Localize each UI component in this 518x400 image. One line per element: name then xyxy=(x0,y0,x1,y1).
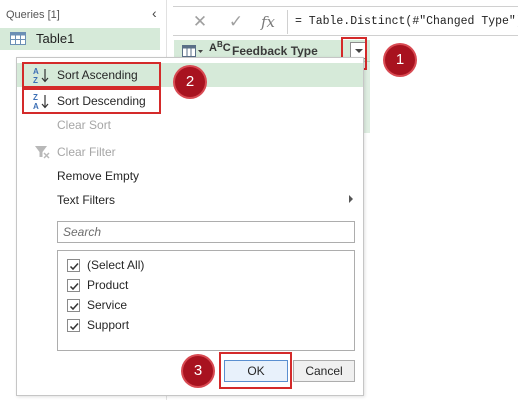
list-item-label: Service xyxy=(87,298,128,312)
list-item-label: Support xyxy=(87,318,130,332)
fx-icon[interactable]: fx xyxy=(257,11,279,33)
query-item-table1[interactable]: Table1 xyxy=(0,28,160,50)
menu-item-text-filters[interactable]: Text Filters xyxy=(17,188,363,212)
check-icon[interactable]: ✓ xyxy=(225,11,247,33)
step-badge-2: 2 xyxy=(175,67,205,97)
x-icon[interactable]: ✕ xyxy=(189,11,211,33)
step-badge-1: 1 xyxy=(385,45,415,75)
clear-filter-icon xyxy=(35,146,50,159)
formula-bar: ✕ ✓ fx = Table.Distinct(#"Changed Type") xyxy=(173,6,518,36)
checkbox-checked[interactable] xyxy=(67,299,80,312)
search-field[interactable] xyxy=(57,221,355,243)
list-item-label: Product xyxy=(87,278,129,292)
cancel-button[interactable]: Cancel xyxy=(293,360,355,382)
checkbox-checked[interactable] xyxy=(67,279,80,292)
queries-header: Queries [1] xyxy=(6,9,60,21)
ok-button-callout xyxy=(219,352,292,389)
formula-input[interactable]: = Table.Distinct(#"Changed Type") xyxy=(295,15,518,28)
table-icon xyxy=(10,32,26,45)
sort-descending-callout xyxy=(22,88,161,114)
menu-item-label: Text Filters xyxy=(57,193,116,207)
menu-item-remove-empty[interactable]: Remove Empty xyxy=(17,164,363,188)
table-options-icon[interactable] xyxy=(182,44,204,58)
column-name: Feedback Type xyxy=(232,44,318,58)
step-badge-3: 3 xyxy=(183,356,213,386)
menu-item-label: Clear Filter xyxy=(57,145,116,159)
text-type-icon[interactable]: ABC xyxy=(209,40,231,54)
menu-item-clear-sort[interactable]: Clear Sort xyxy=(17,113,363,137)
search-input[interactable] xyxy=(58,222,354,242)
check-icon xyxy=(69,282,79,291)
chevron-right-icon xyxy=(349,195,353,203)
values-list[interactable]: (Select All) Product Service Support xyxy=(57,250,355,351)
menu-item-label: Clear Sort xyxy=(57,118,112,132)
sort-ascending-callout xyxy=(22,62,161,88)
column-filter-menu: A Z Sort Ascending Z A Sort Descending C… xyxy=(16,57,364,396)
list-item-label: (Select All) xyxy=(87,258,145,272)
formula-bar-divider xyxy=(287,10,288,34)
menu-item-clear-filter[interactable]: Clear Filter xyxy=(17,140,363,164)
checkbox-checked[interactable] xyxy=(67,259,80,272)
menu-item-label: Remove Empty xyxy=(57,169,140,183)
query-item-label: Table1 xyxy=(36,31,75,46)
collapse-pane-chevron-icon[interactable]: ‹ xyxy=(152,6,164,20)
checkbox-checked[interactable] xyxy=(67,319,80,332)
check-icon xyxy=(69,322,79,331)
check-icon xyxy=(69,302,79,311)
check-icon xyxy=(69,262,79,271)
